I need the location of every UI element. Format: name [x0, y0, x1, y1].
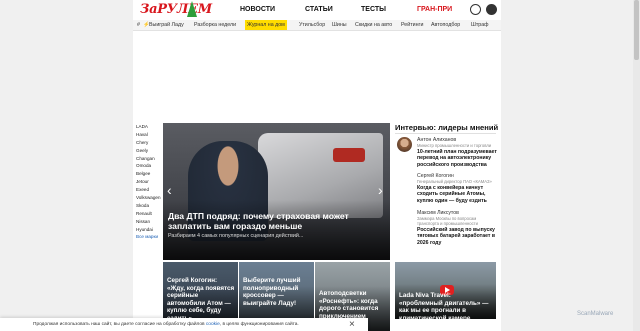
slider-dots[interactable] — [258, 253, 294, 260]
tag-recycling[interactable]: Утильсбор — [297, 20, 327, 30]
brand-link[interactable]: Exeed — [136, 186, 161, 194]
brand-link[interactable]: Hyundai — [136, 226, 161, 234]
brand-link[interactable]: Omoda — [136, 162, 161, 170]
site-logo[interactable]: ЗаРУЛЕМ — [140, 2, 212, 17]
brand-link[interactable]: Haval — [136, 131, 161, 139]
hero-car-lamp — [333, 148, 365, 162]
page: ЗаРУЛЕМ НОВОСТИ СТАТЬИ ТЕСТЫ ГРАН-ПРИ # … — [133, 0, 501, 331]
next-arrow-icon[interactable]: › — [378, 183, 383, 197]
avatar — [397, 137, 412, 152]
all-brands-link[interactable]: Все марки — [136, 233, 161, 241]
interview-role: Заммэра Москвы по вопросам транспорта и … — [417, 216, 478, 226]
tag-fines[interactable]: Штраф — [469, 20, 491, 30]
hero-slider[interactable]: ‹ › Два ДТП подряд: почему страховая мож… — [163, 123, 390, 260]
interview-item[interactable]: Антон Алиханов Министр промышленности и … — [417, 137, 497, 168]
user-icon[interactable] — [486, 4, 497, 15]
brand-link[interactable]: Jetour — [136, 178, 161, 186]
interview-text[interactable]: Когда с конвейера начнут сходить серийны… — [417, 185, 497, 204]
hero-subtitle: Разбираем 4 самых популярных сценария де… — [168, 233, 304, 239]
close-icon[interactable]: × — [349, 319, 355, 330]
scrollbar[interactable] — [633, 0, 640, 331]
tag-win-lada[interactable]: Выиграй Ладу — [147, 20, 186, 30]
prev-arrow-icon[interactable]: ‹ — [167, 183, 172, 197]
brand-link[interactable]: Belgee — [136, 170, 161, 178]
video-title[interactable]: Lada Niva Travel: «проблемный двигатель»… — [399, 292, 493, 319]
divider — [395, 133, 496, 134]
interview-text[interactable]: Российский завод по выпуску тяговых бата… — [417, 227, 497, 246]
news-card-title[interactable]: Сергей Когогин: «Жду, когда появятся сер… — [167, 277, 235, 323]
news-card-title[interactable]: Автоподсветки «Роснефть»: когда дорого с… — [319, 290, 387, 320]
cookie-banner: Продолжая использовать наш сайт, вы дает… — [0, 318, 368, 331]
tag-ratings[interactable]: Рейтинги — [399, 20, 425, 30]
cookie-text: Продолжая использовать наш сайт, вы дает… — [33, 322, 299, 327]
nav-articles[interactable]: СТАТЬИ — [305, 6, 333, 13]
nav-tests[interactable]: ТЕСТЫ — [361, 6, 386, 13]
brand-link[interactable]: Skoda — [136, 202, 161, 210]
brand-link[interactable]: Nissan — [136, 218, 161, 226]
interview-item[interactable]: Сергей Когогин Генеральный директор ПАО … — [417, 173, 497, 204]
nav-news[interactable]: НОВОСТИ — [240, 6, 275, 13]
site-header: ЗаРУЛЕМ НОВОСТИ СТАТЬИ ТЕСТЫ ГРАН-ПРИ — [133, 0, 501, 21]
tag-tires[interactable]: Шины — [330, 20, 349, 30]
brands-list: LADA Haval Chery Geely Changan Omoda Bel… — [136, 123, 161, 241]
tag-autoselect[interactable]: Автоподбор — [429, 20, 462, 30]
scrollbar-thumb[interactable] — [634, 0, 639, 60]
brand-link[interactable]: Renault — [136, 210, 161, 218]
interview-item[interactable]: Максим Ликсутов Заммэра Москвы по вопрос… — [417, 210, 497, 246]
brand-link[interactable]: Changan — [136, 155, 161, 163]
brand-link[interactable]: Chery — [136, 139, 161, 147]
interview-text[interactable]: 10-летний план подразумевает перевод на … — [417, 149, 497, 168]
hero-title[interactable]: Два ДТП подряд: почему страховая может з… — [168, 211, 378, 231]
interview-role: Министр промышленности и торговли — [417, 143, 492, 148]
interview-heading: Интервью: лидеры мнений — [395, 123, 499, 132]
brand-link[interactable]: Volkswagen — [136, 194, 161, 202]
nav-grand-prix[interactable]: ГРАН-ПРИ — [417, 6, 452, 13]
tag-discounts[interactable]: Скидки на авто — [353, 20, 394, 30]
news-card-title[interactable]: Выберите лучший полноприводный кроссовер… — [243, 277, 311, 307]
watermark-text: ScanMalware — [577, 311, 614, 317]
cookie-link[interactable]: cookie — [206, 322, 220, 327]
christmas-tree-icon — [187, 1, 197, 17]
brand-link[interactable]: LADA — [136, 123, 161, 131]
tag-disassembly[interactable]: Разборка недели — [192, 20, 238, 30]
tag-magazine[interactable]: Журнал на дом — [245, 20, 287, 30]
video-card[interactable]: Lada Niva Travel: «проблемный двигатель»… — [395, 262, 496, 319]
tags-bar: # ⚡ Выиграй Ладу Разборка недели Журнал … — [133, 20, 501, 31]
menu-icon[interactable] — [470, 4, 481, 15]
brand-link[interactable]: Geely — [136, 147, 161, 155]
interview-role: Генеральный директор ПАО «КАМАЗ» — [417, 179, 492, 184]
